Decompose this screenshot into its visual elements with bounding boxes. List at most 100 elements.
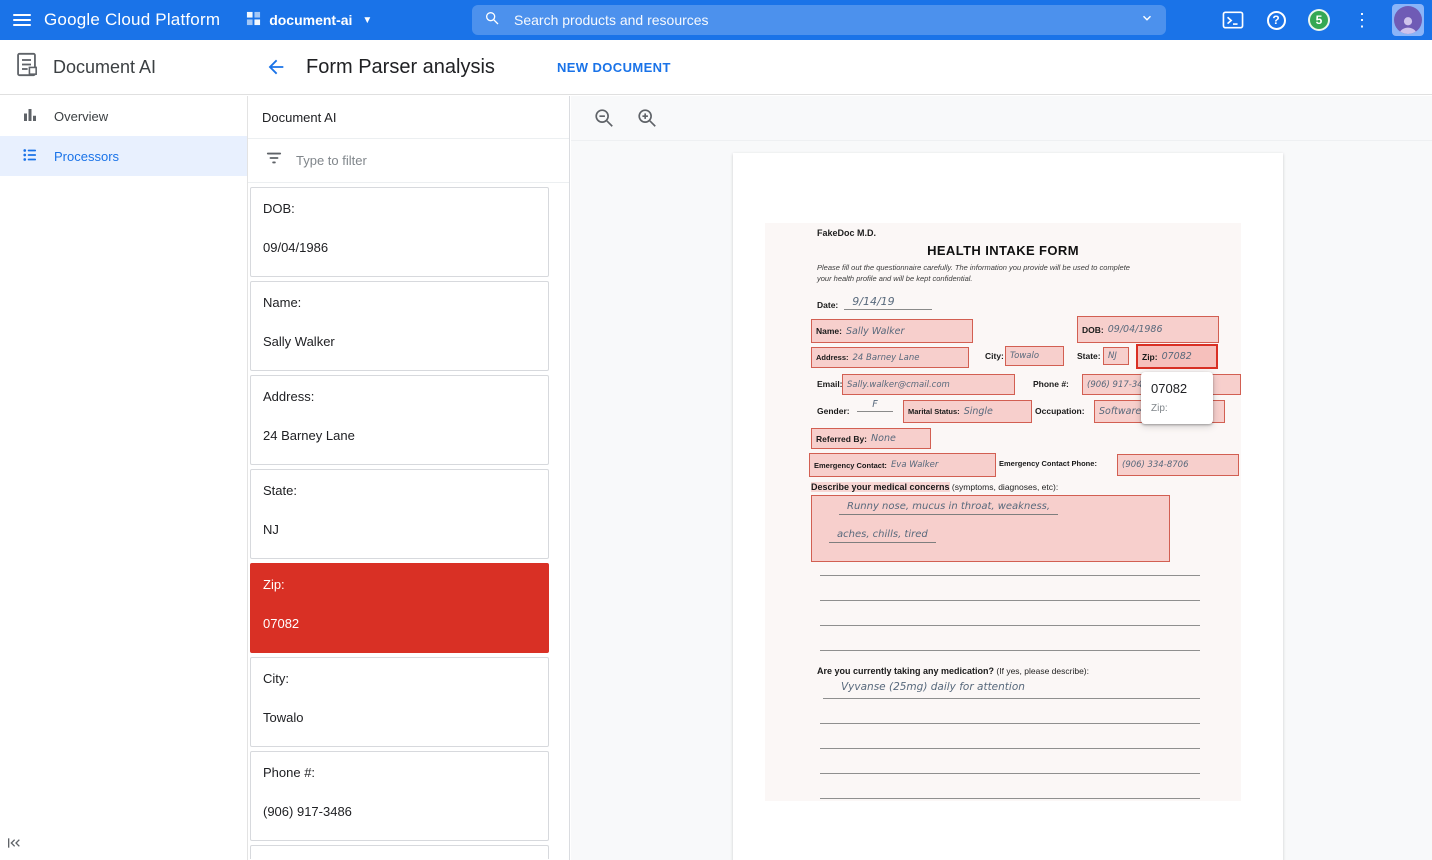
account-avatar[interactable] [1392, 4, 1424, 36]
new-document-button[interactable]: NEW DOCUMENT [557, 60, 671, 75]
ruled-line [820, 723, 1200, 724]
field-label: Zip: [263, 577, 536, 592]
hamburger-menu-icon[interactable] [0, 0, 44, 40]
clinic-name: FakeDoc M.D. [817, 228, 876, 238]
search-input[interactable] [514, 12, 1140, 28]
page-header: Document AI Form Parser analysis NEW DOC… [0, 40, 1432, 95]
document-ai-icon [13, 51, 40, 83]
marital-entity-highlight[interactable]: Marital Status: Single [903, 400, 1032, 423]
phone-label: Phone #: [1033, 379, 1069, 389]
field-card-address[interactable]: Address: 24 Barney Lane [250, 375, 549, 465]
scanned-form: FakeDoc M.D. HEALTH INTAKE FORM Please f… [765, 223, 1241, 801]
emergency-contact-label: Emergency Contact: [814, 461, 887, 470]
help-question-mark: ? [1267, 11, 1286, 30]
name-label: Name: [816, 326, 842, 336]
field-label: Phone #: [263, 765, 536, 780]
ruled-line [820, 798, 1200, 799]
emergency-phone-entity-highlight[interactable]: (906) 334-8706 [1117, 454, 1239, 476]
emergency-contact-entity-highlight[interactable]: Emergency Contact: Eva Walker [809, 453, 996, 477]
field-card-name[interactable]: Name: Sally Walker [250, 281, 549, 371]
zip-entity-highlight-selected[interactable]: Zip: 07082 [1136, 344, 1218, 369]
filter-bar [248, 139, 569, 183]
field-value: 09/04/1986 [263, 240, 536, 255]
viewer-toolbar [571, 96, 1432, 141]
filter-input[interactable] [296, 153, 569, 168]
concerns-line1: Runny nose, mucus in throat, weakness, [839, 501, 1058, 515]
ruled-line [820, 625, 1200, 626]
search-chevron-down-icon[interactable] [1140, 11, 1154, 30]
medication-value: Vyvanse (25mg) daily for attention [841, 681, 1025, 693]
field-value: 24 Barney Lane [263, 428, 536, 443]
field-label: State: [263, 483, 536, 498]
back-arrow-icon[interactable] [262, 53, 290, 81]
ruled-line [820, 748, 1200, 749]
field-label: Address: [263, 389, 536, 404]
more-options-icon[interactable]: ⋮ [1349, 7, 1375, 33]
global-search[interactable] [472, 5, 1166, 35]
help-icon[interactable]: ? [1263, 7, 1289, 33]
dob-value: 09/04/1986 [1108, 324, 1163, 335]
document-viewer: FakeDoc M.D. HEALTH INTAKE FORM Please f… [571, 96, 1432, 860]
zoom-in-icon[interactable] [635, 106, 659, 130]
gender-label: Gender: [817, 406, 850, 416]
date-label: Date: [817, 300, 838, 310]
field-label: City: [263, 671, 536, 686]
ruled-line [820, 575, 1200, 576]
state-value: NJ [1108, 351, 1117, 361]
ruled-line [820, 600, 1200, 601]
project-name: document-ai [269, 12, 352, 28]
ruled-line [820, 650, 1200, 651]
emergency-phone-label: Emergency Contact Phone: [999, 459, 1097, 468]
form-instructions: your health profile and will be kept con… [817, 274, 1209, 283]
email-label: Email: [817, 379, 843, 389]
city-label: City: [985, 351, 1004, 361]
sidebar-item-processors[interactable]: Processors [0, 136, 247, 176]
field-card-dob[interactable]: DOB: 09/04/1986 [250, 187, 549, 277]
address-value: 24 Barney Lane [853, 353, 920, 363]
collapse-sidebar-icon[interactable] [6, 835, 22, 856]
overview-icon [21, 106, 39, 127]
concerns-label-bold: Describe your medical concerns [811, 482, 950, 492]
zip-label: Zip: [1142, 352, 1158, 362]
field-label: Name: [263, 295, 536, 310]
state-label: State: [1077, 351, 1101, 361]
occupation-value: Software [1099, 406, 1141, 417]
processors-icon [21, 146, 39, 167]
dob-entity-highlight[interactable]: DOB: 09/04/1986 [1077, 316, 1219, 343]
field-card-zip[interactable]: Zip: 07082 [250, 563, 549, 653]
notifications-badge[interactable]: 5 [1306, 7, 1332, 33]
field-card-partial[interactable] [250, 845, 549, 859]
email-value: Sally.walker@cmail.com [847, 380, 950, 390]
cloud-shell-icon[interactable] [1220, 7, 1246, 33]
medication-answer-line: Vyvanse (25mg) daily for attention [823, 675, 1200, 699]
field-card-city[interactable]: City: Towalo [250, 657, 549, 747]
referred-entity-highlight[interactable]: Referred By: None [811, 428, 931, 449]
sidebar-item-label: Processors [54, 149, 119, 164]
project-selector[interactable]: document-ai ▼ [246, 11, 372, 29]
filter-icon [266, 151, 282, 170]
product-title: Document AI [53, 57, 156, 78]
zoom-out-icon[interactable] [592, 106, 616, 130]
email-entity-highlight[interactable]: Sally.walker@cmail.com [842, 374, 1015, 395]
tooltip-label: Zip: [1151, 403, 1203, 414]
name-entity-highlight[interactable]: Name: Sally Walker [811, 319, 973, 343]
state-entity-highlight[interactable]: NJ [1103, 347, 1129, 365]
sidebar-item-overview[interactable]: Overview [0, 96, 247, 136]
left-navigation: Overview Processors [0, 96, 247, 860]
field-value: Towalo [263, 710, 536, 725]
address-entity-highlight[interactable]: Address: 24 Barney Lane [811, 347, 969, 368]
field-card-state[interactable]: State: NJ [250, 469, 549, 559]
city-entity-highlight[interactable]: Towalo [1005, 346, 1064, 366]
date-field: Date: 9/14/19 [817, 295, 932, 310]
date-value: 9/14/19 [844, 295, 932, 310]
tooltip-value: 07082 [1151, 381, 1203, 396]
search-icon [484, 10, 500, 31]
concerns-label: Describe your medical concerns (symptoms… [811, 482, 1058, 492]
gcp-brand[interactable]: Google Cloud Platform [44, 10, 220, 30]
referred-label: Referred By: [816, 434, 867, 444]
field-card-phone[interactable]: Phone #: (906) 917-3486 [250, 751, 549, 841]
ruled-line [820, 773, 1200, 774]
chevron-down-icon: ▼ [362, 15, 372, 26]
entities-panel: Document AI DOB: 09/04/1986 Name: Sally … [247, 96, 570, 860]
hamburger-bars [13, 14, 31, 26]
